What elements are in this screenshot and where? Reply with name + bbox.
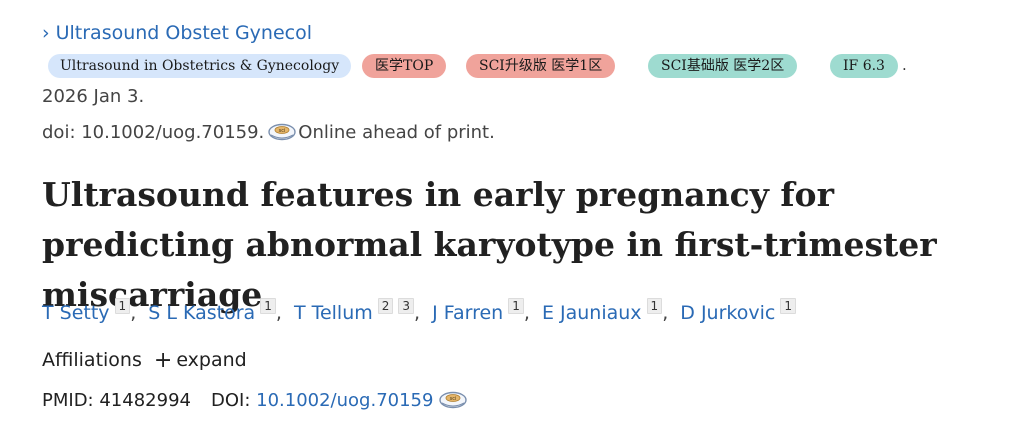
affiliation-ref[interactable]: 1: [508, 298, 524, 314]
affiliation-ref[interactable]: 2: [377, 298, 394, 314]
journal-full-name-badge[interactable]: Ultrasound in Obstetrics & Gynecology: [48, 54, 352, 78]
affiliation-ref[interactable]: 1: [114, 298, 131, 314]
affiliation-ref[interactable]: 1: [646, 298, 663, 314]
journal-name: Ultrasound Obstet Gynecol: [55, 22, 312, 44]
author-link[interactable]: S L Kastora: [148, 302, 255, 324]
badge-trailing-dot: .: [902, 56, 907, 74]
affiliation-ref[interactable]: 3: [398, 298, 415, 314]
medicine-top-badge[interactable]: 医学TOP: [362, 54, 447, 78]
doi-text: doi: 10.1002/uog.70159.: [42, 122, 265, 143]
scihub-doi-icon[interactable]: sci: [268, 123, 296, 146]
sci-upgrade-badge[interactable]: SCI升级版 医学1区: [466, 54, 616, 78]
author-link[interactable]: E Jauniaux: [542, 302, 642, 324]
affiliation-ref[interactable]: 1: [260, 298, 276, 314]
affiliations-label: Affiliations: [42, 349, 142, 371]
sci-basic-badge[interactable]: SCI基础版 医学2区: [648, 54, 798, 78]
pmid-value: 41482994: [99, 390, 191, 411]
impact-factor-badge[interactable]: IF 6.3: [830, 54, 898, 78]
publication-date: 2026 Jan 3.: [42, 86, 145, 107]
scihub-doi-icon[interactable]: sci: [439, 391, 467, 414]
affiliation-ref[interactable]: 1: [780, 298, 796, 314]
author-link[interactable]: T Tellum: [294, 302, 373, 324]
author-link[interactable]: J Farren: [432, 302, 503, 324]
journal-link[interactable]: › Ultrasound Obstet Gynecol: [42, 22, 312, 44]
pmid-label: PMID:: [42, 390, 94, 411]
author-link[interactable]: T Setty: [42, 302, 110, 324]
author-link[interactable]: D Jurkovic: [680, 302, 775, 324]
svg-text:sci: sci: [279, 128, 286, 134]
plus-icon: +: [153, 348, 173, 373]
identifier-line: PMID: 41482994 DOI: 10.1002/uog.70159 sci: [42, 390, 467, 414]
affiliations-toggle[interactable]: Affiliations + expand: [42, 348, 247, 373]
author-list: T Setty 1, S L Kastora 1, T Tellum 2 3, J Fa…: [42, 298, 796, 324]
doi-label: DOI:: [210, 390, 251, 411]
online-status: Online ahead of print.: [298, 122, 495, 143]
expand-label: expand: [176, 349, 247, 371]
chevron-right-icon: ›: [42, 22, 50, 44]
doi-link[interactable]: 10.1002/uog.70159: [256, 390, 433, 411]
svg-text:sci: sci: [450, 396, 457, 402]
doi-line: doi: 10.1002/uog.70159. sci Online ahead…: [42, 122, 495, 146]
